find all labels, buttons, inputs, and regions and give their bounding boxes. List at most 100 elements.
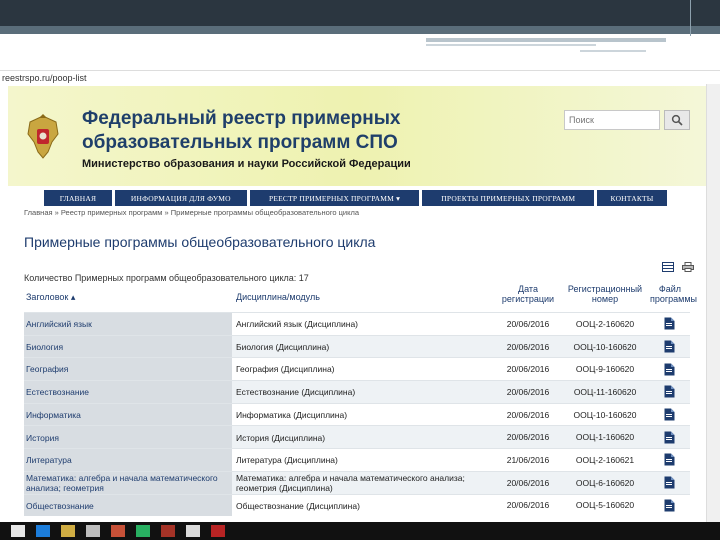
registration-date-cell: 21/06/2016	[506, 454, 550, 465]
breadcrumb[interactable]: Главная » Реестр примерных программ » Пр…	[24, 208, 359, 217]
table-header: Заголовок ▴ Дисциплина/модуль Дата регис…	[24, 284, 697, 310]
file-download-link[interactable]	[654, 404, 684, 426]
start-icon[interactable]	[11, 525, 25, 537]
document-icon	[664, 363, 674, 376]
program-title-link[interactable]: Естествознание	[24, 381, 232, 403]
table-row: Математика: алгебра и начала математичес…	[24, 470, 690, 494]
column-header-number[interactable]: Регистрационный номер	[560, 284, 650, 304]
file-download-link[interactable]	[654, 358, 684, 380]
paint-icon[interactable]	[136, 525, 150, 537]
file-download-link[interactable]	[654, 426, 684, 448]
document-icon	[664, 340, 674, 353]
slide-decor-line	[426, 44, 596, 46]
discipline-cell: География (Дисциплина)	[236, 364, 335, 375]
file-download-link[interactable]	[654, 336, 684, 358]
discipline-cell: Биология (Дисциплина)	[236, 341, 330, 352]
column-header-title[interactable]: Заголовок ▴	[26, 292, 75, 302]
document-icon	[664, 476, 674, 489]
table-row: География География (Дисциплина) 20/06/201…	[24, 357, 690, 381]
table-row: Литература Литература (Дисциплина) 21/06/2…	[24, 448, 690, 471]
program-title-link[interactable]: Информатика	[24, 403, 232, 426]
document-icon	[664, 408, 674, 421]
nav-item-label: РЕЕСТР ПРИМЕРНЫХ ПРОГРАММ	[268, 193, 395, 203]
program-title-link[interactable]: Обществознание	[24, 494, 232, 517]
nav-item-label: ПРОЕКТЫ ПРИМЕРНЫХ ПРОГРАММ	[441, 193, 576, 203]
folder-icon[interactable]	[61, 525, 75, 537]
program-title-link[interactable]: Литература	[24, 449, 232, 471]
main-nav: ГЛАВНАЯ ИНФОРМАЦИЯ ДЛЯ ФУМО РЕЕСТР ПРИМЕ…	[44, 190, 670, 206]
discipline-cell: Обществознание (Дисциплина)	[236, 500, 360, 511]
file-download-link[interactable]	[654, 495, 684, 517]
registration-date-cell: 20/06/2016	[506, 318, 550, 329]
registration-date-cell: 20/06/2016	[506, 386, 550, 397]
registration-number-cell: ООЦ-10-160620	[573, 341, 637, 352]
search-input[interactable]	[564, 110, 660, 130]
file-download-link[interactable]	[654, 313, 684, 335]
document-icon	[664, 453, 674, 466]
address-bar[interactable]: reestrspo.ru/poop-list	[0, 70, 720, 84]
site-title-line2: образовательных программ СПО	[82, 132, 398, 153]
table-row: Информатика Информатика (Дисциплина) 20/06…	[24, 402, 690, 426]
discipline-cell: Естествознание (Дисциплина)	[236, 387, 356, 398]
search-icon	[671, 114, 683, 126]
file-download-link[interactable]	[654, 449, 684, 471]
nav-item-home[interactable]: ГЛАВНАЯ	[44, 190, 112, 206]
nav-item-fumo-info[interactable]: ИНФОРМАЦИЯ ДЛЯ ФУМО	[114, 190, 247, 206]
column-header-date[interactable]: Дата регистрации	[496, 284, 560, 304]
slide-top-band	[0, 0, 720, 26]
file-download-link[interactable]	[654, 472, 684, 494]
site-header: Федеральный реестр примерных образовател…	[8, 86, 706, 186]
discipline-cell: Математика: алгебра и начала математичес…	[236, 473, 465, 493]
slide-decor-line	[426, 38, 666, 42]
registration-date-cell: 20/06/2016	[506, 432, 550, 443]
discipline-cell: История (Дисциплина)	[236, 432, 326, 443]
nav-item-contacts[interactable]: КОНТАКТЫ	[597, 190, 667, 206]
chevron-down-icon: ▾	[396, 193, 401, 203]
registration-date-cell: 20/06/2016	[506, 364, 550, 375]
chat-icon[interactable]	[161, 525, 175, 537]
nav-item-label: ГЛАВНАЯ	[59, 193, 97, 203]
nav-item-registry[interactable]: РЕЕСТР ПРИМЕРНЫХ ПРОГРАММ ▾	[249, 190, 420, 206]
programs-table-body: Английский язык Английский язык (Дисципли…	[24, 312, 690, 517]
programs-count: Количество Примерных программ общеобразо…	[24, 273, 309, 283]
program-title-link[interactable]: Математика: алгебра и начала математичес…	[24, 471, 232, 494]
table-tools	[662, 262, 694, 272]
program-title-link[interactable]: Биология	[24, 335, 232, 358]
registration-number-cell: ООЦ-2-160621	[575, 454, 635, 465]
nav-item-label: ИНФОРМАЦИЯ ДЛЯ ФУМО	[130, 193, 231, 203]
edge-icon[interactable]	[36, 525, 50, 537]
table-row: Английский язык Английский язык (Дисципли…	[24, 312, 690, 335]
search-button[interactable]	[664, 110, 690, 130]
registration-date-cell: 20/06/2016	[506, 500, 550, 511]
column-header-file[interactable]: Файл программы	[650, 284, 697, 304]
program-title-link[interactable]: География	[24, 358, 232, 381]
print-icon[interactable]	[682, 262, 694, 272]
registration-number-cell: ООЦ-1-160620	[575, 432, 635, 443]
table-row: История История (Дисциплина) 20/06/2016 ООЦ…	[24, 425, 690, 449]
web-page: Федеральный реестр примерных образовател…	[8, 86, 706, 524]
file-download-link[interactable]	[654, 381, 684, 403]
app-icon[interactable]	[111, 525, 125, 537]
registration-number-cell: ООЦ-9-160620	[575, 364, 635, 375]
pdf-icon[interactable]	[211, 525, 225, 537]
registration-number-cell: ООЦ-10-160620	[573, 409, 637, 420]
registration-date-cell: 20/06/2016	[506, 477, 550, 488]
site-subtitle: Министерство образования и науки Российс…	[82, 158, 411, 170]
office-icon[interactable]	[186, 525, 200, 537]
program-title-link[interactable]: История	[24, 426, 232, 449]
discipline-cell: Литература (Дисциплина)	[236, 455, 338, 466]
table-row: Биология Биология (Дисциплина) 20/06/2016 О…	[24, 334, 690, 358]
registration-date-cell: 20/06/2016	[506, 409, 550, 420]
taskbar	[0, 522, 720, 540]
registration-number-cell: ООЦ-2-160620	[575, 318, 635, 329]
nav-item-label: КОНТАКТЫ	[610, 193, 654, 203]
table-icon[interactable]	[662, 262, 674, 272]
column-header-discipline[interactable]: Дисциплина/модуль	[236, 292, 320, 302]
screen: reestrspo.ru/poop-list Федеральный реест…	[0, 0, 720, 540]
nav-item-projects[interactable]: ПРОЕКТЫ ПРИМЕРНЫХ ПРОГРАММ	[422, 190, 595, 206]
document-icon	[664, 317, 674, 330]
slide-top-stripe	[0, 26, 720, 34]
program-title-link[interactable]: Английский язык	[24, 313, 232, 335]
vertical-scrollbar[interactable]	[706, 84, 720, 524]
store-icon[interactable]	[86, 525, 100, 537]
